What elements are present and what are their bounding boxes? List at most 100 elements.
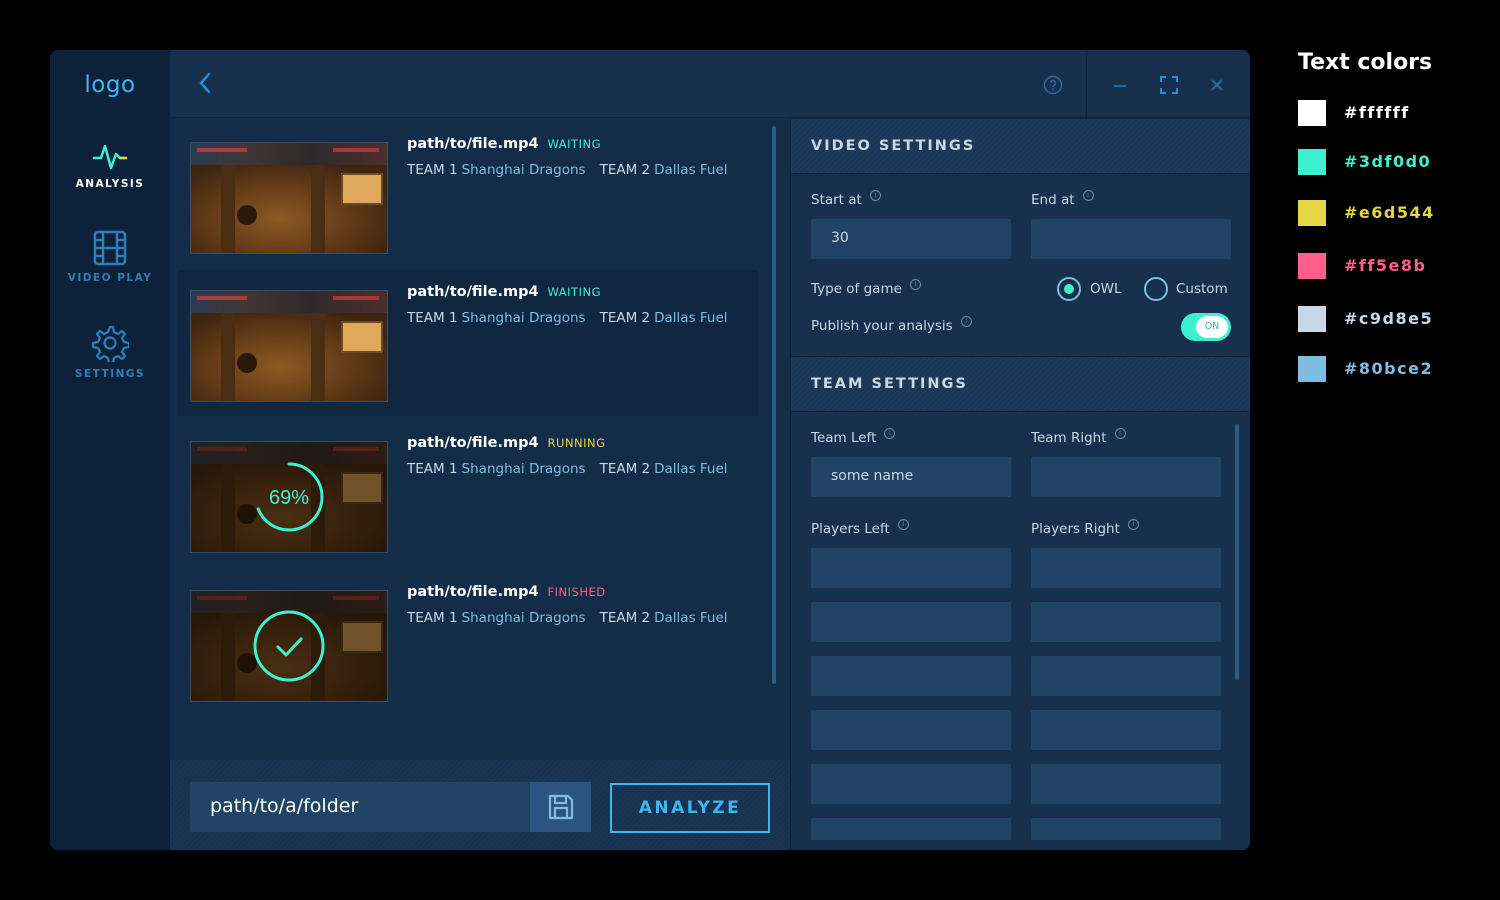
radio-custom[interactable]	[1144, 277, 1168, 301]
player-left-input[interactable]	[811, 602, 1011, 642]
chevron-left-icon	[199, 72, 211, 94]
color-swatch	[1298, 100, 1326, 126]
video-card[interactable]: 69% path/to/file.mp4 RUNNING TEAM 1 Shangh…	[178, 421, 758, 567]
start-at-input[interactable]: 30	[811, 219, 1011, 259]
player-left-input[interactable]	[811, 710, 1011, 750]
video-thumbnail	[190, 142, 388, 254]
players-left-label: Players Left i	[811, 519, 909, 537]
end-at-label: End at i	[1031, 190, 1094, 208]
player-right-input[interactable]	[1031, 818, 1221, 840]
section-title: TEAM SETTINGS	[811, 376, 968, 392]
video-settings-header: VIDEO SETTINGS	[791, 118, 1250, 174]
legend-row: #ffffff	[1298, 100, 1488, 128]
team-right-label: Team Right i	[1031, 428, 1126, 446]
analyze-button[interactable]: ANALYZE	[610, 783, 770, 833]
maximize-icon	[1160, 76, 1178, 94]
settings-panel: VIDEO SETTINGS Start at i End at i 30 Type…	[790, 118, 1250, 850]
folder-path-input[interactable]: path/to/a/folder	[190, 782, 530, 832]
legend-row: #3df0d0	[1298, 149, 1488, 177]
team-right-input[interactable]	[1031, 457, 1221, 497]
video-card[interactable]: path/to/file.mp4 WAITING TEAM 1 Shanghai D…	[178, 122, 758, 268]
video-file-path: path/to/file.mp4	[407, 284, 539, 300]
legend-row: #e6d544	[1298, 200, 1488, 228]
list-scrollbar[interactable]	[772, 126, 776, 684]
player-right-input[interactable]	[1031, 602, 1221, 642]
radio-owl[interactable]	[1057, 277, 1081, 301]
team2-name: Dallas Fuel	[654, 162, 728, 178]
team2-label: TEAM 2	[599, 610, 651, 626]
info-icon: i	[909, 279, 921, 290]
player-left-input[interactable]	[811, 548, 1011, 588]
video-file-path: path/to/file.mp4	[407, 136, 539, 152]
player-right-input[interactable]	[1031, 656, 1221, 696]
color-hex: #ff5e8b	[1344, 256, 1427, 275]
sidebar-item-video-play[interactable]: VIDEO PLAY	[50, 230, 170, 284]
app-window: logo ANALYSIS VIDEO PLAY SETTINGS path/t…	[50, 50, 1250, 850]
team2-label: TEAM 2	[599, 461, 651, 477]
player-right-input[interactable]	[1031, 548, 1221, 588]
team1-label: TEAM 1	[407, 162, 458, 178]
info-icon: i	[1082, 190, 1094, 201]
logo: logo	[84, 72, 136, 98]
minimize-button[interactable]	[1109, 74, 1131, 96]
back-button[interactable]	[194, 72, 216, 94]
film-icon	[93, 230, 127, 266]
info-icon: i	[897, 519, 909, 530]
team1-name: Shanghai Dragons	[461, 310, 586, 326]
legend-row: #80bce2	[1298, 356, 1488, 384]
team-left-input[interactable]: some name	[811, 457, 1011, 497]
minimize-icon	[1114, 85, 1126, 87]
player-left-input[interactable]	[811, 818, 1011, 840]
video-thumbnail: 69%	[190, 441, 388, 553]
video-card[interactable]: path/to/file.mp4 WAITING TEAM 1 Shanghai D…	[178, 270, 758, 416]
team2-label: TEAM 2	[599, 310, 651, 326]
color-hex: #c9d8e5	[1344, 309, 1434, 328]
sidebar: logo ANALYSIS VIDEO PLAY SETTINGS	[50, 50, 170, 850]
team1-label: TEAM 1	[407, 610, 458, 626]
progress-ring: 69%	[254, 462, 324, 532]
section-title: VIDEO SETTINGS	[811, 138, 976, 154]
color-hex: #80bce2	[1344, 359, 1434, 378]
player-right-input[interactable]	[1031, 710, 1221, 750]
video-file-path: path/to/file.mp4	[407, 584, 539, 600]
color-swatch	[1298, 253, 1326, 279]
end-at-input[interactable]	[1031, 219, 1231, 259]
team1-name: Shanghai Dragons	[461, 461, 586, 477]
publish-toggle[interactable]: ON	[1181, 313, 1231, 341]
gear-icon	[91, 325, 129, 362]
maximize-button[interactable]	[1158, 74, 1180, 96]
text-color-legend: Text colors #ffffff #3df0d0 #e6d544 #ff5…	[1298, 50, 1488, 382]
game-type-label: Type of game i	[811, 279, 921, 297]
color-swatch	[1298, 200, 1326, 226]
publish-label: Publish your analysis i	[811, 316, 972, 334]
sidebar-item-settings[interactable]: SETTINGS	[50, 324, 170, 380]
sidebar-item-label: ANALYSIS	[75, 178, 145, 190]
player-left-input[interactable]	[811, 656, 1011, 696]
status-badge: FINISHED	[547, 585, 606, 599]
color-hex: #ffffff	[1344, 103, 1410, 122]
close-button[interactable]	[1206, 74, 1228, 96]
save-button[interactable]	[530, 782, 591, 832]
settings-scrollbar[interactable]	[1235, 424, 1239, 680]
radio-custom-label: Custom	[1176, 281, 1228, 297]
team1-label: TEAM 1	[407, 310, 458, 326]
player-left-input[interactable]	[811, 764, 1011, 804]
team1-name: Shanghai Dragons	[461, 162, 586, 178]
team2-name: Dallas Fuel	[654, 610, 728, 626]
team-settings-header: TEAM SETTINGS	[791, 356, 1250, 412]
status-badge: WAITING	[547, 137, 601, 151]
progress-percent: 69%	[269, 487, 309, 509]
legend-row: #ff5e8b	[1298, 253, 1488, 281]
video-thumbnail	[190, 290, 388, 402]
help-button[interactable]	[1042, 74, 1064, 96]
sidebar-item-label: SETTINGS	[74, 368, 146, 380]
color-hex: #3df0d0	[1344, 152, 1432, 171]
player-right-input[interactable]	[1031, 764, 1221, 804]
sidebar-item-analysis[interactable]: ANALYSIS	[50, 140, 170, 190]
info-icon: i	[1114, 428, 1126, 439]
team2-name: Dallas Fuel	[654, 461, 728, 477]
video-card[interactable]: path/to/file.mp4 FINISHED TEAM 1 Shanghai …	[178, 570, 758, 716]
toggle-state: ON	[1196, 316, 1228, 338]
players-right-label: Players Right i	[1031, 519, 1139, 537]
video-thumbnail	[190, 590, 388, 702]
